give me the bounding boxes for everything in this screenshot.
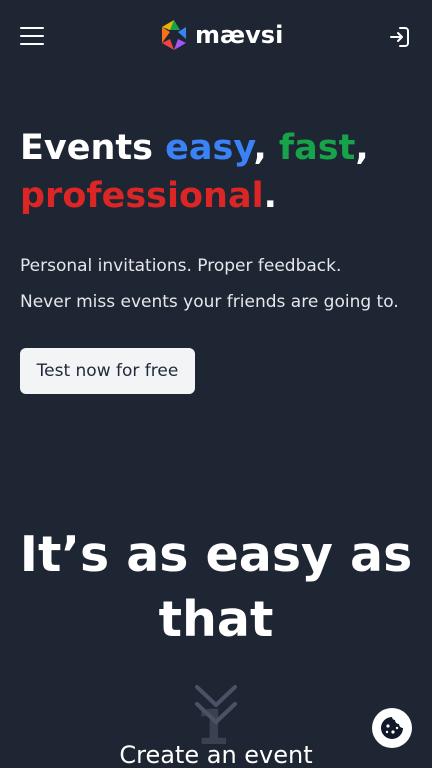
logo[interactable]: mævsi xyxy=(159,18,283,52)
hero-title-end: . xyxy=(263,176,277,216)
section-title: It’s as easy as that xyxy=(19,526,413,648)
step-title: Create an event xyxy=(119,741,313,768)
logo-star-icon xyxy=(162,20,186,50)
menu-button[interactable] xyxy=(16,22,48,50)
logo-text: mævsi xyxy=(195,21,284,49)
cookie-icon xyxy=(381,717,403,739)
hamburger-menu-icon xyxy=(20,27,44,29)
hero-title-events: Events xyxy=(20,128,166,168)
hero-subtitle-line1: Personal invitations. Proper feedback. xyxy=(20,256,342,276)
cookie-settings-button[interactable] xyxy=(372,708,412,748)
hero-title: Events easy, fast, professional. xyxy=(20,124,420,220)
hero-subtitle-line2: Never miss events your friends are going… xyxy=(20,292,399,312)
hero-title-easy: easy xyxy=(165,128,254,168)
hero-title-sep1: , xyxy=(253,128,279,168)
sign-in-button[interactable] xyxy=(386,24,412,50)
test-now-button[interactable]: Test now for free xyxy=(20,348,195,394)
chevrons-down-icon xyxy=(195,685,237,724)
header: mævsi xyxy=(0,0,432,72)
hero-title-sep2: , xyxy=(355,128,369,168)
hero-title-fast: fast xyxy=(278,128,356,168)
sign-in-icon xyxy=(390,27,409,47)
hero-title-professional: professional xyxy=(20,176,264,216)
